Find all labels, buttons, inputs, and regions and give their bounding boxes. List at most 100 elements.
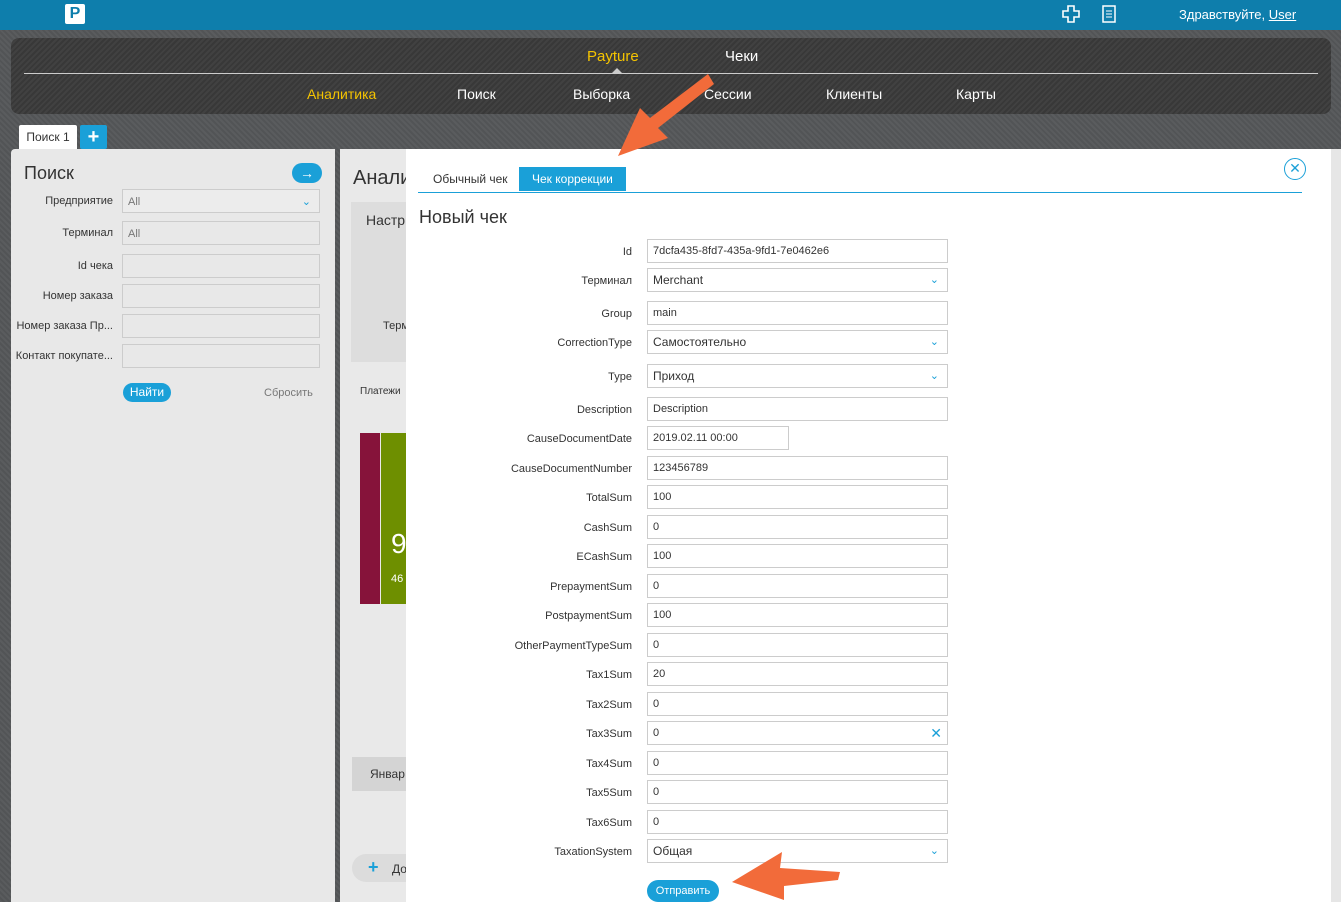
find-button[interactable]: Найти xyxy=(123,383,171,402)
prepayment-sum-input[interactable]: 0 xyxy=(647,574,948,598)
submit-button[interactable]: Отправить xyxy=(647,880,719,902)
field-label: Tax3Sum xyxy=(586,728,632,740)
total-sum-input[interactable]: 100 xyxy=(647,485,948,509)
filter-row: Номер заказа xyxy=(11,284,335,310)
field-label: CorrectionType xyxy=(557,337,632,349)
filter-row: Терминал All xyxy=(11,221,335,247)
greeting: Здравствуйте, User xyxy=(1179,7,1296,22)
tax3-sum-value: 0 xyxy=(653,727,660,739)
nav-checks[interactable]: Чеки xyxy=(725,48,758,65)
nav-search[interactable]: Поиск xyxy=(457,86,496,102)
form-row: Id 7dcfa435-8fd7-435a-9fd1-7e0462e6 xyxy=(406,239,1331,265)
tab-regular-check[interactable]: Обычный чек xyxy=(420,167,521,191)
month-button[interactable]: Январ xyxy=(352,757,410,791)
nav-clients[interactable]: Клиенты xyxy=(826,86,882,102)
tab-correction-check[interactable]: Чек коррекции xyxy=(519,167,626,191)
taxation-system-value: Общая xyxy=(653,844,693,858)
check-id-field[interactable] xyxy=(122,254,320,278)
form-row: TaxationSystem Общая ⌄ xyxy=(406,839,1331,865)
tax6-sum-input[interactable]: 0 xyxy=(647,810,948,834)
form-row: Tax1Sum 20 xyxy=(406,662,1331,688)
top-bar: P Здравствуйте, User xyxy=(0,0,1341,30)
cause-document-date-input[interactable]: 2019.02.11 00:00 xyxy=(647,426,789,450)
tax2-sum-input[interactable]: 0 xyxy=(647,692,948,716)
form-row: Tax5Sum 0 xyxy=(406,780,1331,806)
search-panel-title: Поиск xyxy=(24,163,74,183)
terminal-select[interactable]: Merchant ⌄ xyxy=(647,268,948,292)
settings-box: Настр Терми xyxy=(351,202,415,362)
nav-divider xyxy=(24,73,1318,74)
user-link[interactable]: User xyxy=(1269,7,1296,22)
field-label: CauseDocumentNumber xyxy=(510,463,632,475)
add-button[interactable]: + До xyxy=(352,854,410,882)
postpayment-sum-input[interactable]: 100 xyxy=(647,603,948,627)
form-row: Терминал Merchant ⌄ xyxy=(406,268,1331,294)
enterprise-value: All xyxy=(128,196,141,208)
nav-payture[interactable]: Payture xyxy=(587,48,639,65)
field-label: Tax5Sum xyxy=(586,787,632,799)
id-input[interactable]: 7dcfa435-8fd7-435a-9fd1-7e0462e6 xyxy=(647,239,948,263)
filter-label: Контакт покупате... xyxy=(15,350,113,362)
logo[interactable]: P xyxy=(65,4,85,24)
close-icon[interactable]: ✕ xyxy=(1284,158,1306,180)
buyer-contact-field[interactable] xyxy=(122,344,320,368)
form-row: OtherPaymentTypeSum 0 xyxy=(406,633,1331,659)
other-payment-type-sum-input[interactable]: 0 xyxy=(647,633,948,657)
type-select[interactable]: Приход ⌄ xyxy=(647,364,948,388)
terminal-field[interactable]: All xyxy=(122,221,320,245)
filter-label: Номер заказа Пр... xyxy=(16,320,113,332)
nav-analytics[interactable]: Аналитика xyxy=(307,86,376,102)
field-label: Type xyxy=(608,371,632,383)
form-row: Description Description xyxy=(406,397,1331,423)
medical-cross-icon[interactable] xyxy=(1061,4,1081,29)
filter-label: Терминал xyxy=(62,227,113,239)
field-label: Description xyxy=(576,404,632,416)
correction-type-select[interactable]: Самостоятельно ⌄ xyxy=(647,330,948,354)
plus-icon: + xyxy=(368,857,379,877)
form-row: CauseDocumentNumber 123456789 xyxy=(406,456,1331,482)
tax5-sum-input[interactable]: 0 xyxy=(647,780,948,804)
tab-search-1[interactable]: Поиск 1 xyxy=(19,125,77,149)
nav-cards[interactable]: Карты xyxy=(956,86,996,102)
tax1-sum-input[interactable]: 20 xyxy=(647,662,948,686)
analytics-title: Анали xyxy=(353,167,412,189)
collapse-arrow-button[interactable]: → xyxy=(292,163,322,183)
group-input[interactable]: main xyxy=(647,301,948,325)
nav-sessions[interactable]: Сессии xyxy=(704,86,752,102)
taxation-system-select[interactable]: Общая ⌄ xyxy=(647,839,948,863)
form-row: Tax6Sum 0 xyxy=(406,810,1331,836)
order-number-field[interactable] xyxy=(122,284,320,308)
cash-sum-input[interactable]: 0 xyxy=(647,515,948,539)
field-label: OtherPaymentTypeSum xyxy=(514,640,632,652)
form-row: PostpaymentSum 100 xyxy=(406,603,1331,629)
nav-selection[interactable]: Выборка xyxy=(573,86,630,102)
field-label: TaxationSystem xyxy=(554,846,632,858)
reset-link[interactable]: Сбросить xyxy=(264,387,313,399)
filter-label: Предприятие xyxy=(45,195,113,207)
tax4-sum-input[interactable]: 0 xyxy=(647,751,948,775)
form-row: CashSum 0 xyxy=(406,515,1331,541)
cause-document-number-input[interactable]: 123456789 xyxy=(647,456,948,480)
add-tab-button[interactable]: + xyxy=(80,125,107,149)
form-row: Tax4Sum 0 xyxy=(406,751,1331,777)
ecash-sum-input[interactable]: 100 xyxy=(647,544,948,568)
field-label: Group xyxy=(601,308,632,320)
field-label: Tax2Sum xyxy=(586,699,632,711)
tax3-sum-input[interactable]: 0 ✕ xyxy=(647,721,948,745)
chevron-down-icon: ⌄ xyxy=(301,196,311,208)
clipboard-icon[interactable] xyxy=(1101,4,1117,29)
terminal-value: All xyxy=(128,228,141,240)
field-label: Терминал xyxy=(581,275,632,287)
description-input[interactable]: Description xyxy=(647,397,948,421)
field-label: CauseDocumentDate xyxy=(526,433,632,445)
filter-label: Id чека xyxy=(77,260,113,272)
enterprise-select[interactable]: All ⌄ xyxy=(122,189,320,213)
filter-row: Контакт покупате... xyxy=(11,344,335,370)
payments-tab[interactable]: Платежи xyxy=(360,386,401,397)
clear-icon[interactable]: ✕ xyxy=(930,722,942,744)
order-number-pr-field[interactable] xyxy=(122,314,320,338)
terminal-select-value: Merchant xyxy=(653,273,704,287)
stat-tile-red xyxy=(360,433,380,604)
chevron-down-icon: ⌄ xyxy=(929,336,939,348)
form-row: Tax2Sum 0 xyxy=(406,692,1331,718)
